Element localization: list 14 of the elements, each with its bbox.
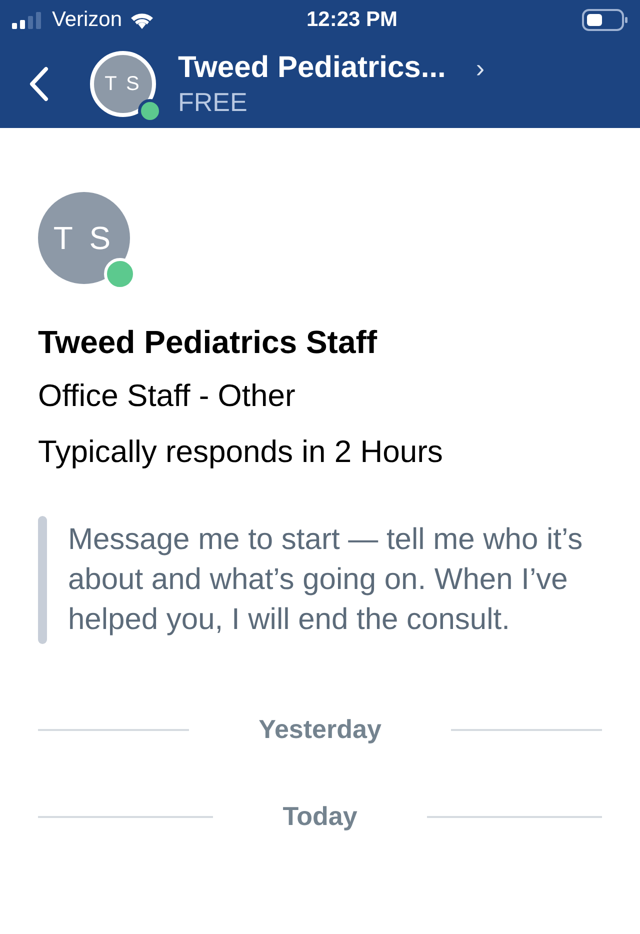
battery-icon: [582, 9, 628, 31]
avatar: T S: [38, 192, 130, 284]
day-separator: Today: [282, 800, 358, 833]
back-icon: [28, 66, 50, 102]
plan-label: FREE: [178, 86, 248, 118]
carrier-name: Verizon: [52, 7, 122, 34]
chevron-icon[interactable]: ›: [476, 53, 485, 83]
intro-message: Message me to start — tell me who it’s about and what’s going on. When I’ve helped you, I will end the consult.: [68, 522, 584, 638]
staff-role: Office Staff - Other: [38, 377, 296, 415]
clock-time: 12:23 PM: [306, 7, 398, 34]
response-time: Typically responds in 2 Hours: [38, 433, 444, 471]
chat-title[interactable]: Tweed Pediatrics...: [178, 50, 446, 86]
staff-name: Tweed Pediatrics Staff: [38, 323, 378, 362]
day-separator: Yesterday: [258, 713, 382, 746]
